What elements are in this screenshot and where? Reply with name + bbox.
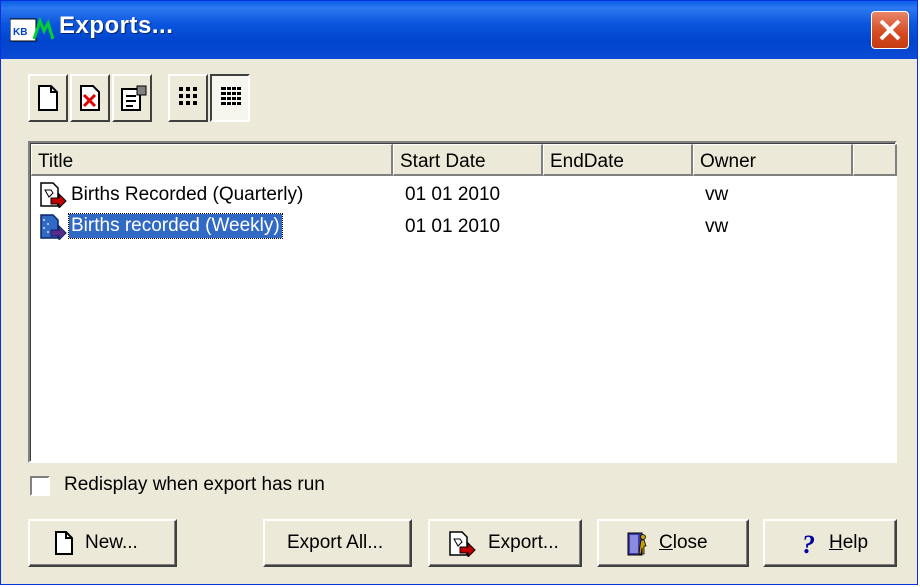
close-window-button[interactable] xyxy=(871,11,909,49)
row-owner: vw xyxy=(705,184,729,205)
exports-dialog: KB Exports... Title Start Date EndDate O… xyxy=(0,0,918,585)
column-header-owner[interactable]: Owner xyxy=(693,144,853,176)
redisplay-checkbox[interactable] xyxy=(30,476,50,496)
svg-text:?: ? xyxy=(802,531,815,557)
large-icons-view-icon xyxy=(179,87,197,105)
row-title: Births recorded (Weekly) xyxy=(68,213,283,239)
export-button-label: Export... xyxy=(488,532,559,553)
list-header: Title Start Date EndDate Owner xyxy=(31,144,897,176)
new-toolbar-button[interactable] xyxy=(28,74,68,122)
exports-list[interactable]: Title Start Date EndDate Owner Births Re… xyxy=(28,141,897,463)
export-document-selected-icon xyxy=(40,214,67,240)
help-button[interactable]: ? Help xyxy=(763,519,897,567)
question-mark-icon: ? xyxy=(802,531,815,557)
delete-document-icon xyxy=(80,85,100,111)
export-all-button[interactable]: Export All... xyxy=(263,519,412,567)
export-all-button-label: Export All... xyxy=(287,532,384,553)
new-button-label: New... xyxy=(85,532,138,553)
list-item[interactable]: Births recorded (Weekly) 01 01 2010 vw xyxy=(31,212,897,242)
column-header-start-date[interactable]: Start Date xyxy=(393,144,543,176)
redisplay-label[interactable]: Redisplay when export has run xyxy=(64,474,325,496)
svg-text:KB: KB xyxy=(13,27,27,38)
row-start-date: 01 01 2010 xyxy=(405,184,501,205)
large-icons-view-button[interactable] xyxy=(168,74,208,122)
new-document-icon xyxy=(38,85,58,111)
close-button-label: Close xyxy=(659,532,708,553)
close-button[interactable]: Close xyxy=(597,519,749,567)
column-header-end-date[interactable]: EndDate xyxy=(543,144,693,176)
exit-door-icon xyxy=(627,532,647,556)
delete-toolbar-button[interactable] xyxy=(70,74,110,122)
close-icon xyxy=(879,19,901,41)
row-title: Births Recorded (Quarterly) xyxy=(71,184,304,205)
details-view-icon xyxy=(221,87,241,105)
window-title: Exports... xyxy=(59,12,174,39)
export-button[interactable]: Export... xyxy=(428,519,582,567)
column-header-filler xyxy=(853,144,897,176)
help-button-label: Help xyxy=(829,532,869,553)
new-button[interactable]: New... xyxy=(28,519,177,567)
column-header-title[interactable]: Title xyxy=(31,144,393,176)
title-bar[interactable]: KB Exports... xyxy=(1,1,917,59)
new-document-icon xyxy=(55,531,73,555)
row-start-date: 01 01 2010 xyxy=(405,216,501,237)
row-owner: vw xyxy=(705,216,729,237)
properties-icon xyxy=(121,85,147,111)
details-view-button[interactable] xyxy=(210,74,250,122)
list-item[interactable]: Births Recorded (Quarterly) 01 01 2010 v… xyxy=(31,180,897,210)
export-document-icon xyxy=(449,531,476,557)
kbf-app-icon: KB xyxy=(10,16,54,42)
properties-toolbar-button[interactable] xyxy=(112,74,152,122)
export-document-icon xyxy=(40,182,67,208)
